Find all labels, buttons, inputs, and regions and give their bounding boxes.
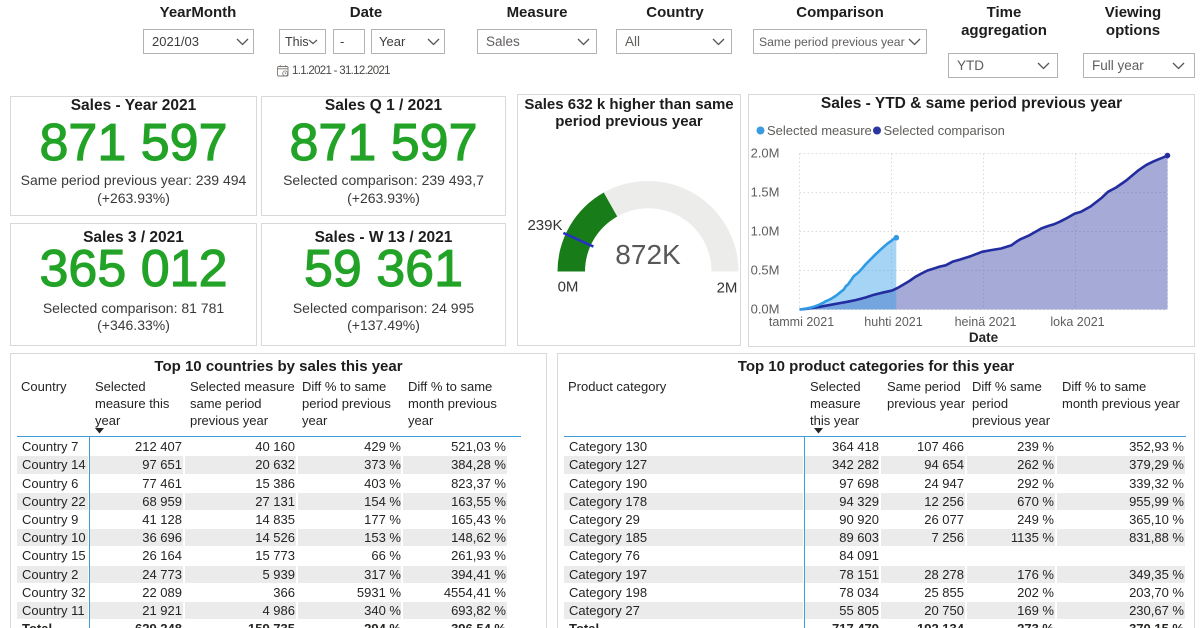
svg-text:huhti 2021: huhti 2021 [864, 315, 922, 329]
svg-text:0.5M: 0.5M [751, 263, 780, 278]
svg-text:2M: 2M [717, 280, 738, 297]
svg-text:1.5M: 1.5M [751, 185, 780, 200]
svg-text:239K: 239K [527, 217, 562, 234]
svg-text:0M: 0M [558, 279, 579, 296]
svg-text:Date: Date [969, 330, 999, 345]
svg-text:Selected comparison: Selected comparison [884, 123, 1005, 138]
svg-text:1.0M: 1.0M [751, 224, 780, 239]
svg-text:tammi 2021: tammi 2021 [769, 315, 834, 329]
svg-text:872K: 872K [615, 239, 681, 270]
svg-text:Selected measure: Selected measure [767, 123, 872, 138]
svg-text:2.0M: 2.0M [751, 146, 780, 161]
svg-text:heinä 2021: heinä 2021 [955, 315, 1017, 329]
svg-text:loka 2021: loka 2021 [1050, 315, 1104, 329]
